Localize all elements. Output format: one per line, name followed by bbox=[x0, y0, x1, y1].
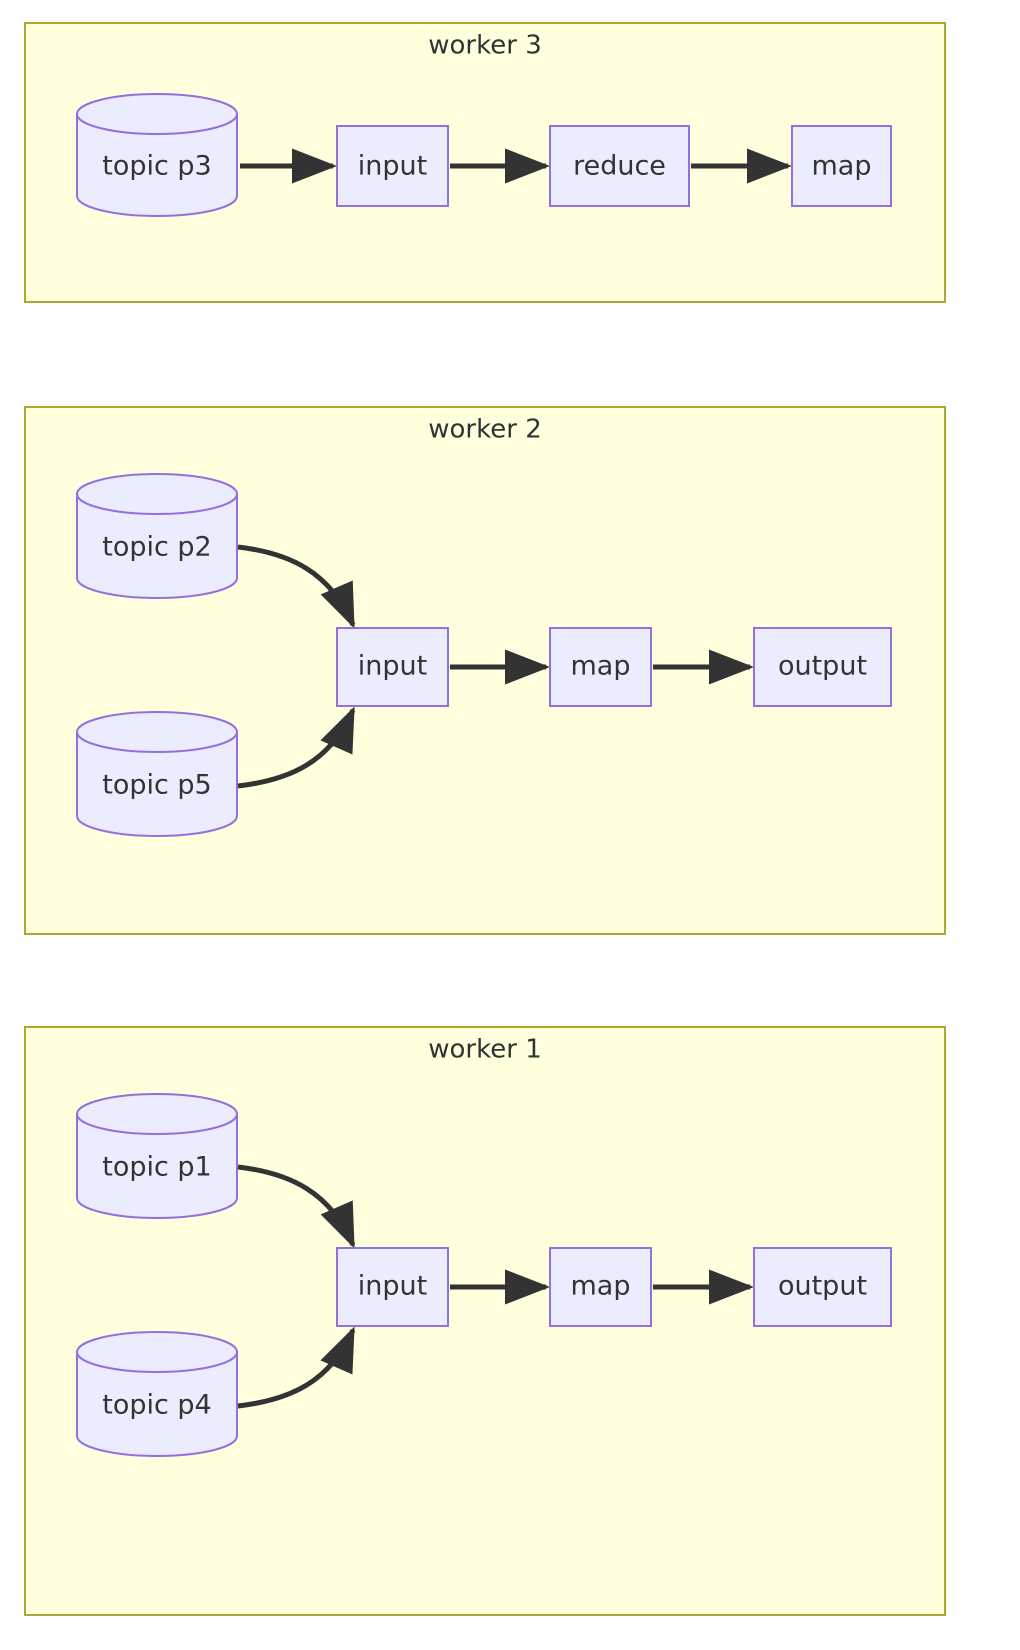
topic-p1-label: topic p1 bbox=[102, 1152, 212, 1183]
cluster-worker1-title: worker 1 bbox=[428, 1035, 541, 1065]
node-worker3-map[interactable]: map bbox=[791, 125, 892, 207]
topic-p2-cylinder-top bbox=[76, 473, 238, 515]
topic-p3-label: topic p3 bbox=[102, 151, 212, 182]
node-topic-p2[interactable]: topic p2 bbox=[76, 473, 238, 599]
node-worker1-input[interactable]: input bbox=[336, 1247, 449, 1327]
worker1-input-label: input bbox=[358, 1271, 427, 1302]
node-worker2-output[interactable]: output bbox=[753, 627, 892, 707]
cluster-worker2: worker 2 topic p2 topic p5 input map out… bbox=[24, 406, 946, 935]
topic-p3-cylinder-top bbox=[76, 93, 238, 135]
topic-p5-cylinder-top bbox=[76, 711, 238, 753]
node-worker2-input[interactable]: input bbox=[336, 627, 449, 707]
cluster-worker3-title: worker 3 bbox=[428, 31, 541, 61]
node-worker3-reduce[interactable]: reduce bbox=[549, 125, 690, 207]
diagram-root: worker 3 topic p3 input reduce map worke… bbox=[0, 0, 1020, 1650]
node-topic-p1[interactable]: topic p1 bbox=[76, 1093, 238, 1219]
worker2-output-label: output bbox=[778, 651, 867, 682]
worker3-map-label: map bbox=[812, 151, 872, 182]
cluster-worker1: worker 1 topic p1 topic p4 input map out… bbox=[24, 1026, 946, 1616]
topic-p2-label: topic p2 bbox=[102, 532, 212, 563]
topic-p5-label: topic p5 bbox=[102, 770, 212, 801]
worker1-map-label: map bbox=[571, 1271, 631, 1302]
diagram-canvas: worker 3 topic p3 input reduce map worke… bbox=[24, 22, 946, 1616]
node-worker3-input[interactable]: input bbox=[336, 125, 449, 207]
node-topic-p3[interactable]: topic p3 bbox=[76, 93, 238, 217]
node-topic-p4[interactable]: topic p4 bbox=[76, 1331, 238, 1457]
topic-p1-cylinder-top bbox=[76, 1093, 238, 1135]
node-worker1-output[interactable]: output bbox=[753, 1247, 892, 1327]
cluster-worker2-title: worker 2 bbox=[428, 415, 541, 445]
worker3-input-label: input bbox=[358, 151, 427, 182]
cluster-worker3: worker 3 topic p3 input reduce map bbox=[24, 22, 946, 303]
topic-p4-label: topic p4 bbox=[102, 1390, 212, 1421]
node-worker1-map[interactable]: map bbox=[549, 1247, 652, 1327]
node-worker2-map[interactable]: map bbox=[549, 627, 652, 707]
worker3-reduce-label: reduce bbox=[573, 151, 666, 182]
worker2-input-label: input bbox=[358, 651, 427, 682]
worker2-map-label: map bbox=[571, 651, 631, 682]
worker1-output-label: output bbox=[778, 1271, 867, 1302]
node-topic-p5[interactable]: topic p5 bbox=[76, 711, 238, 837]
topic-p4-cylinder-top bbox=[76, 1331, 238, 1373]
